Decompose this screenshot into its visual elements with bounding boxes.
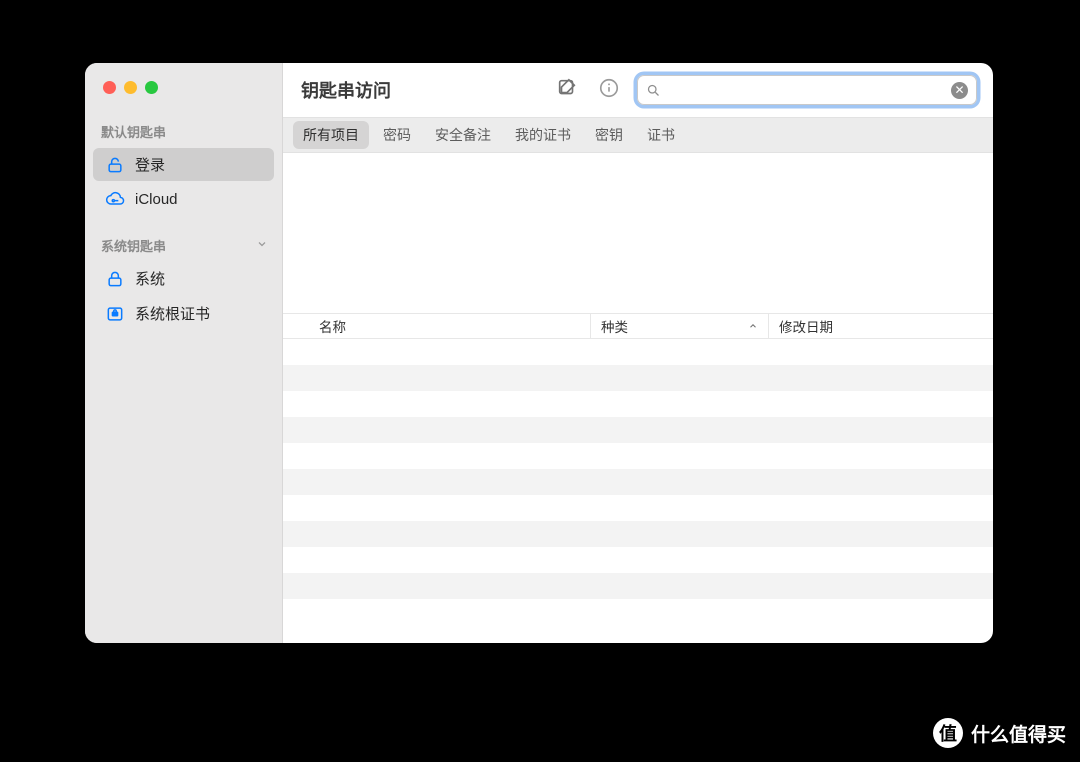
table-row[interactable] xyxy=(283,599,993,625)
window-title: 钥匙串访问 xyxy=(301,77,391,103)
table-row[interactable] xyxy=(283,417,993,443)
tab-keys[interactable]: 密钥 xyxy=(585,121,633,149)
sidebar-item-icloud[interactable]: iCloud xyxy=(93,183,274,215)
table-row[interactable] xyxy=(283,339,993,365)
cloud-key-icon xyxy=(105,189,125,209)
sidebar-item-login[interactable]: 登录 xyxy=(93,148,274,181)
table-body xyxy=(283,339,993,643)
search-field[interactable]: ✕ xyxy=(637,75,977,105)
watermark-text: 什么值得买 xyxy=(971,720,1066,747)
chevron-down-icon xyxy=(256,238,268,253)
item-detail-pane xyxy=(283,153,993,313)
unlock-icon xyxy=(105,155,125,175)
window-close-button[interactable] xyxy=(103,81,116,94)
app-window: 默认钥匙串 登录 iCloud 系统钥匙串 系统 xyxy=(85,63,993,643)
compose-icon xyxy=(556,77,578,104)
sidebar-section-label: 系统钥匙串 xyxy=(101,236,166,255)
table-row[interactable] xyxy=(283,443,993,469)
table-header: 名称 种类 修改日期 xyxy=(283,313,993,339)
info-button[interactable] xyxy=(595,76,623,104)
clear-search-button[interactable]: ✕ xyxy=(951,82,968,99)
table-row[interactable] xyxy=(283,573,993,599)
sidebar-section-header-system[interactable]: 系统钥匙串 xyxy=(85,236,282,261)
window-controls xyxy=(85,81,282,94)
window-minimize-button[interactable] xyxy=(124,81,137,94)
table-row[interactable] xyxy=(283,391,993,417)
watermark: 值 什么值得买 xyxy=(933,718,1066,748)
tab-certificates[interactable]: 证书 xyxy=(637,121,685,149)
table-row[interactable] xyxy=(283,521,993,547)
sidebar-item-system[interactable]: 系统 xyxy=(93,262,274,295)
sidebar-item-label: iCloud xyxy=(135,191,178,208)
sort-indicator-icon xyxy=(748,319,758,334)
lock-icon xyxy=(105,269,125,289)
sidebar-section-header-default: 默认钥匙串 xyxy=(85,122,282,147)
table-row[interactable] xyxy=(283,365,993,391)
search-icon xyxy=(646,83,661,98)
cert-icon xyxy=(105,304,125,324)
tab-all-items[interactable]: 所有项目 xyxy=(293,121,369,149)
sidebar-item-label: 系统根证书 xyxy=(135,303,210,324)
table-row[interactable] xyxy=(283,547,993,573)
toolbar: 钥匙串访问 ✕ xyxy=(283,63,993,117)
column-header-name[interactable]: 名称 xyxy=(283,314,591,338)
search-input[interactable] xyxy=(669,82,943,98)
category-tabbar: 所有项目 密码 安全备注 我的证书 密钥 证书 xyxy=(283,117,993,153)
info-icon xyxy=(598,77,620,104)
column-header-label: 种类 xyxy=(601,316,628,336)
sidebar-item-label: 登录 xyxy=(135,154,165,175)
sidebar: 默认钥匙串 登录 iCloud 系统钥匙串 系统 xyxy=(85,63,283,643)
table-row[interactable] xyxy=(283,469,993,495)
sidebar-item-label: 系统 xyxy=(135,268,165,289)
window-zoom-button[interactable] xyxy=(145,81,158,94)
tab-my-certificates[interactable]: 我的证书 xyxy=(505,121,581,149)
watermark-badge: 值 xyxy=(933,718,963,748)
main-area: 钥匙串访问 ✕ 所有 xyxy=(283,63,993,643)
table-row[interactable] xyxy=(283,495,993,521)
column-header-date[interactable]: 修改日期 xyxy=(769,314,993,338)
sidebar-item-system-roots[interactable]: 系统根证书 xyxy=(93,297,274,330)
close-icon: ✕ xyxy=(954,84,964,96)
column-header-kind[interactable]: 种类 xyxy=(591,314,769,338)
sidebar-section-label: 默认钥匙串 xyxy=(101,122,166,141)
tab-passwords[interactable]: 密码 xyxy=(373,121,421,149)
compose-button[interactable] xyxy=(553,76,581,104)
tab-secure-notes[interactable]: 安全备注 xyxy=(425,121,501,149)
